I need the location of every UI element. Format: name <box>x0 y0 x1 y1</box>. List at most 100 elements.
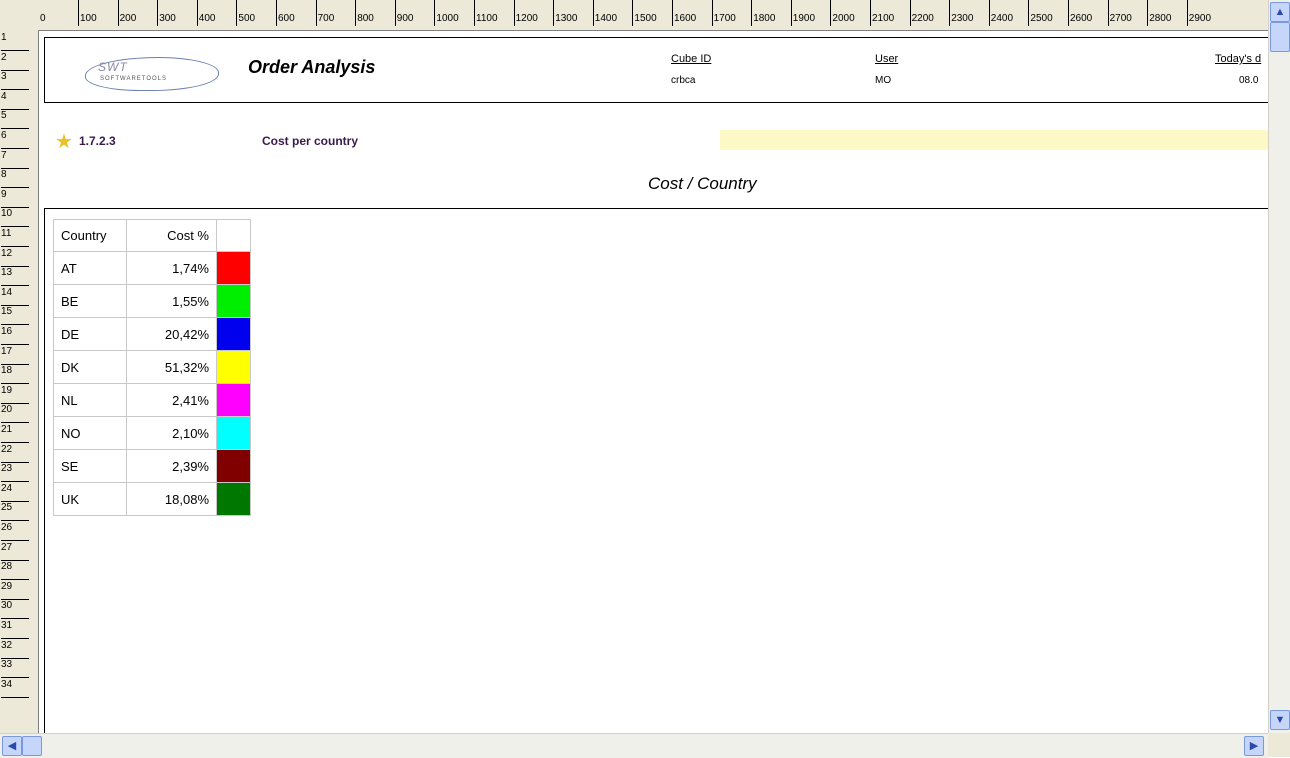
today-label: Today's d <box>1215 53 1262 65</box>
user-value: MO <box>875 75 892 86</box>
country-cell: NL <box>53 383 127 417</box>
horizontal-scrollbar[interactable]: ◀ ▶ <box>0 733 1268 758</box>
scroll-thumb[interactable] <box>1270 22 1290 52</box>
ruler-row-label: 9 <box>1 189 29 208</box>
ruler-label: 1500 <box>632 0 657 26</box>
color-swatch-cell <box>216 383 251 417</box>
ruler-row-label: 33 <box>1 660 29 679</box>
cost-column-header: Cost % <box>126 219 217 252</box>
ruler-row-label: 18 <box>1 366 29 385</box>
country-cell: BE <box>53 284 127 318</box>
table-row: NL 2,41% <box>53 383 251 417</box>
ruler-row-label: 28 <box>1 562 29 581</box>
ruler-row-label: 27 <box>1 542 29 561</box>
report-header: SWT SOFTWARETOOLS Order Analysis Cube ID… <box>44 37 1268 103</box>
cube-id-value: crbca <box>671 75 696 86</box>
color-swatch <box>217 417 250 449</box>
table-row: NO 2,10% <box>53 416 251 450</box>
ruler-row-label: 24 <box>1 483 29 502</box>
ruler-label: 2200 <box>909 0 934 26</box>
cost-cell: 51,32% <box>126 350 217 384</box>
scroll-up-icon[interactable]: ▲ <box>1270 2 1290 22</box>
ruler-label: 0 <box>40 13 46 24</box>
ruler-label: 2700 <box>1107 0 1132 26</box>
ruler-row-label: 7 <box>1 150 29 169</box>
highlight-bar <box>720 130 1268 150</box>
ruler-row-label: 14 <box>1 287 29 306</box>
ruler-row-label: 5 <box>1 111 29 130</box>
ruler-label: 700 <box>315 0 334 26</box>
country-cell: UK <box>53 482 127 516</box>
table-row: DK 51,32% <box>53 350 251 384</box>
divider <box>44 208 1268 209</box>
scroll-right-icon[interactable]: ▶ <box>1244 736 1264 756</box>
color-swatch <box>217 351 250 383</box>
today-value: 08.0 <box>1239 75 1259 86</box>
cost-cell: 1,74% <box>126 251 217 285</box>
table-header-row: Country Cost % <box>53 219 251 252</box>
logo-text: SWT <box>98 60 128 74</box>
ruler-row-label: 6 <box>1 131 29 149</box>
ruler-label: 1400 <box>592 0 617 26</box>
ruler-label: 1000 <box>434 0 459 26</box>
cube-id-label: Cube ID <box>671 53 712 65</box>
scroll-down-icon[interactable]: ▼ <box>1270 710 1290 730</box>
ruler-label: 2600 <box>1068 0 1092 26</box>
ruler-label: 1800 <box>751 0 775 26</box>
table-row: DE 20,42% <box>53 317 251 351</box>
star-icon[interactable]: ★ <box>55 132 73 152</box>
ruler-row-label: 1 <box>1 33 29 51</box>
ruler-row-label: 11 <box>1 229 29 247</box>
ruler-row-label: 29 <box>1 581 29 600</box>
color-swatch-cell <box>216 284 251 318</box>
ruler-label: 2800 <box>1147 0 1171 26</box>
color-swatch-cell <box>216 482 251 516</box>
ruler-row-label: 16 <box>1 327 29 345</box>
ruler-label: 1700 <box>711 0 736 26</box>
ruler-row-label: 21 <box>1 425 29 443</box>
cost-cell: 20,42% <box>126 317 217 351</box>
ruler-row-label: 22 <box>1 444 29 463</box>
vertical-ruler: 1 2 3 4 5 6 7 8 9 10 11 12 13 14 15 16 17 18 19 20 21 22 23 24 2… <box>0 30 39 733</box>
ruler-row-label: 10 <box>1 209 29 228</box>
ruler-row-label: 3 <box>1 72 29 91</box>
color-swatch <box>217 450 250 482</box>
vertical-scrollbar[interactable]: ▲ ▼ <box>1268 0 1290 733</box>
scroll-thumb[interactable] <box>22 736 42 756</box>
color-swatch-cell <box>216 449 251 483</box>
country-cell: NO <box>53 416 127 450</box>
section-number: 1.7.2.3 <box>79 134 116 148</box>
ruler-row-label: 23 <box>1 464 29 483</box>
scroll-left-icon[interactable]: ◀ <box>2 736 22 756</box>
cost-cell: 2,10% <box>126 416 217 450</box>
ruler-label: 2900 <box>1186 0 1211 26</box>
ruler-label: 200 <box>117 0 136 26</box>
ruler-label: 400 <box>196 0 215 26</box>
chart-title: Cost / Country <box>648 174 757 193</box>
color-swatch <box>217 384 250 416</box>
cost-legend-table: Country Cost % AT 1,74% BE 1,55% DE 20,42% DK 5… <box>53 219 251 516</box>
ruler-row-label: 32 <box>1 640 29 659</box>
country-cell: SE <box>53 449 127 483</box>
ruler-label: 1200 <box>513 0 538 26</box>
ruler-label: 1900 <box>790 0 815 26</box>
country-cell: AT <box>53 251 127 285</box>
ruler-row-label: 2 <box>1 52 29 71</box>
country-cell: DK <box>53 350 127 384</box>
cost-cell: 2,39% <box>126 449 217 483</box>
cost-cell: 1,55% <box>126 284 217 318</box>
ruler-row-label: 15 <box>1 307 29 326</box>
ruler-label: 900 <box>394 0 413 26</box>
color-swatch <box>217 285 250 317</box>
ruler-label: 2500 <box>1028 0 1053 26</box>
country-cell: DE <box>53 317 127 351</box>
color-swatch <box>217 318 250 350</box>
ruler-row-label: 19 <box>1 385 29 404</box>
cost-cell: 18,08% <box>126 482 217 516</box>
color-swatch-cell <box>216 416 251 450</box>
user-label: User <box>875 53 899 65</box>
country-column-header: Country <box>53 219 127 252</box>
cost-cell: 2,41% <box>126 383 217 417</box>
ruler-row-label: 26 <box>1 523 29 541</box>
ruler-row-label: 25 <box>1 503 29 522</box>
